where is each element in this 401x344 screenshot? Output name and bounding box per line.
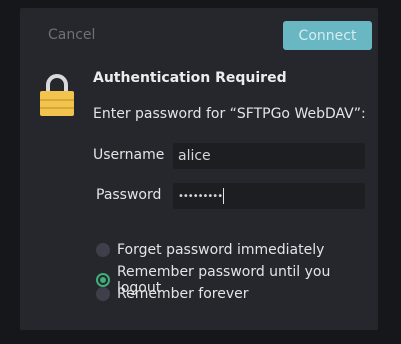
radio-button[interactable] [96, 287, 110, 301]
radio-label: Remember forever [117, 286, 249, 302]
auth-dialog: Cancel Connect Authentication Required E… [20, 8, 378, 330]
radio-label: Forget password immediately [117, 242, 325, 258]
radio-forget-immediately[interactable]: Forget password immediately [96, 242, 324, 258]
radio-remember-forever[interactable]: Remember forever [96, 286, 249, 302]
dialog-title: Authentication Required [93, 70, 287, 86]
connect-button[interactable]: Connect [283, 21, 372, 50]
radio-button-selected[interactable] [96, 273, 110, 287]
username-label: Username [93, 147, 165, 163]
cancel-button[interactable]: Cancel [48, 27, 95, 43]
username-field[interactable]: alice [173, 143, 365, 169]
password-value: ••••••••• [178, 190, 223, 202]
lock-icon [40, 74, 74, 116]
password-prompt: Enter password for “SFTPGo WebDAV”: [93, 106, 366, 122]
username-value: alice [178, 148, 211, 164]
password-field[interactable]: ••••••••• [173, 183, 365, 209]
text-caret [223, 188, 225, 204]
radio-button[interactable] [96, 243, 110, 257]
password-label: Password [96, 187, 162, 203]
